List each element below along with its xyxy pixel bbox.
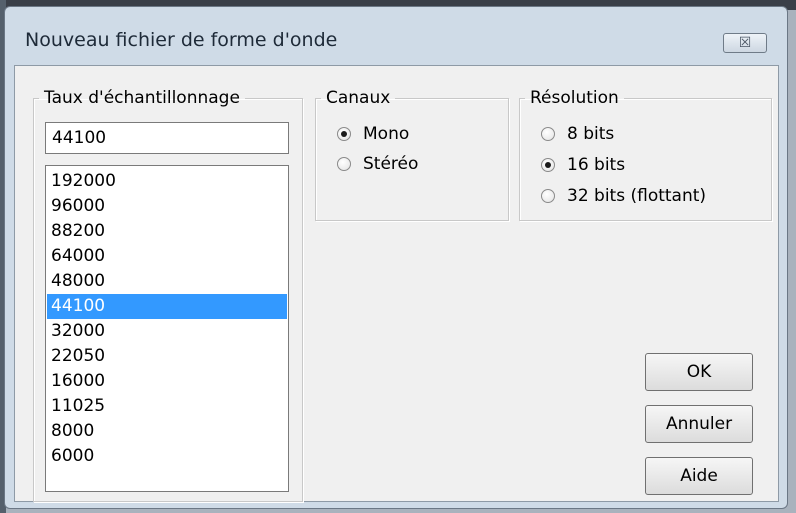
radio-button-mono[interactable] <box>337 127 351 141</box>
radio-16-bits[interactable]: 16 bits <box>541 155 625 175</box>
radio-button-16-bits[interactable] <box>541 158 555 172</box>
sample-rate-list-item[interactable]: 8000 <box>47 419 287 444</box>
cancel-button[interactable]: Annuler <box>645 405 753 443</box>
sample-rate-legend: Taux d'échantillonnage <box>44 88 240 108</box>
close-icon: ☒ <box>738 35 752 51</box>
radio-button-32-bits[interactable] <box>541 189 555 203</box>
sample-rate-list-item[interactable]: 32000 <box>47 319 287 344</box>
dialog-window: Nouveau fichier de forme d'onde ☒ Taux d… <box>4 6 788 509</box>
ok-button[interactable]: OK <box>645 353 753 391</box>
radio-button-8-bits[interactable] <box>541 127 555 141</box>
sample-rate-list-item[interactable]: 44100 <box>47 294 287 319</box>
sample-rate-list-item[interactable]: 11025 <box>47 394 287 419</box>
radio-8-bits[interactable]: 8 bits <box>541 124 614 144</box>
sample-rate-input[interactable]: 44100 <box>45 122 289 154</box>
radio-stereo-label: Stéréo <box>363 154 419 174</box>
radio-mono-label: Mono <box>363 124 410 144</box>
radio-stereo[interactable]: Stéréo <box>337 154 418 174</box>
radio-mono[interactable]: Mono <box>337 124 409 144</box>
radio-32-bits-label: 32 bits (flottant) <box>567 186 707 206</box>
title-bar[interactable]: Nouveau fichier de forme d'onde ☒ <box>5 7 787 69</box>
sample-rate-list[interactable]: 192000 96000 88200 64000 48000 44100 32000 2205… <box>45 165 289 492</box>
radio-16-bits-label: 16 bits <box>567 155 626 175</box>
sample-rate-list-item[interactable]: 48000 <box>47 269 287 294</box>
dialog-client-area: Taux d'échantillonnage 44100 192000 96000… <box>14 65 779 502</box>
dialog-title: Nouveau fichier de forme d'onde <box>25 29 338 51</box>
sample-rate-list-item[interactable]: 6000 <box>47 444 287 469</box>
help-button[interactable]: Aide <box>645 457 753 495</box>
sample-rate-list-item[interactable]: 64000 <box>47 244 287 269</box>
resolution-legend: Résolution <box>530 88 619 108</box>
radio-32-bits[interactable]: 32 bits (flottant) <box>541 186 706 206</box>
sample-rate-list-item[interactable]: 192000 <box>47 169 287 194</box>
radio-8-bits-label: 8 bits <box>567 124 615 144</box>
channels-legend: Canaux <box>326 88 391 108</box>
radio-button-stereo[interactable] <box>337 157 351 171</box>
sample-rate-list-item[interactable]: 96000 <box>47 194 287 219</box>
sample-rate-list-item[interactable]: 22050 <box>47 344 287 369</box>
sample-rate-list-item[interactable]: 16000 <box>47 369 287 394</box>
close-button[interactable]: ☒ <box>723 33 767 53</box>
sample-rate-list-item[interactable]: 88200 <box>47 219 287 244</box>
